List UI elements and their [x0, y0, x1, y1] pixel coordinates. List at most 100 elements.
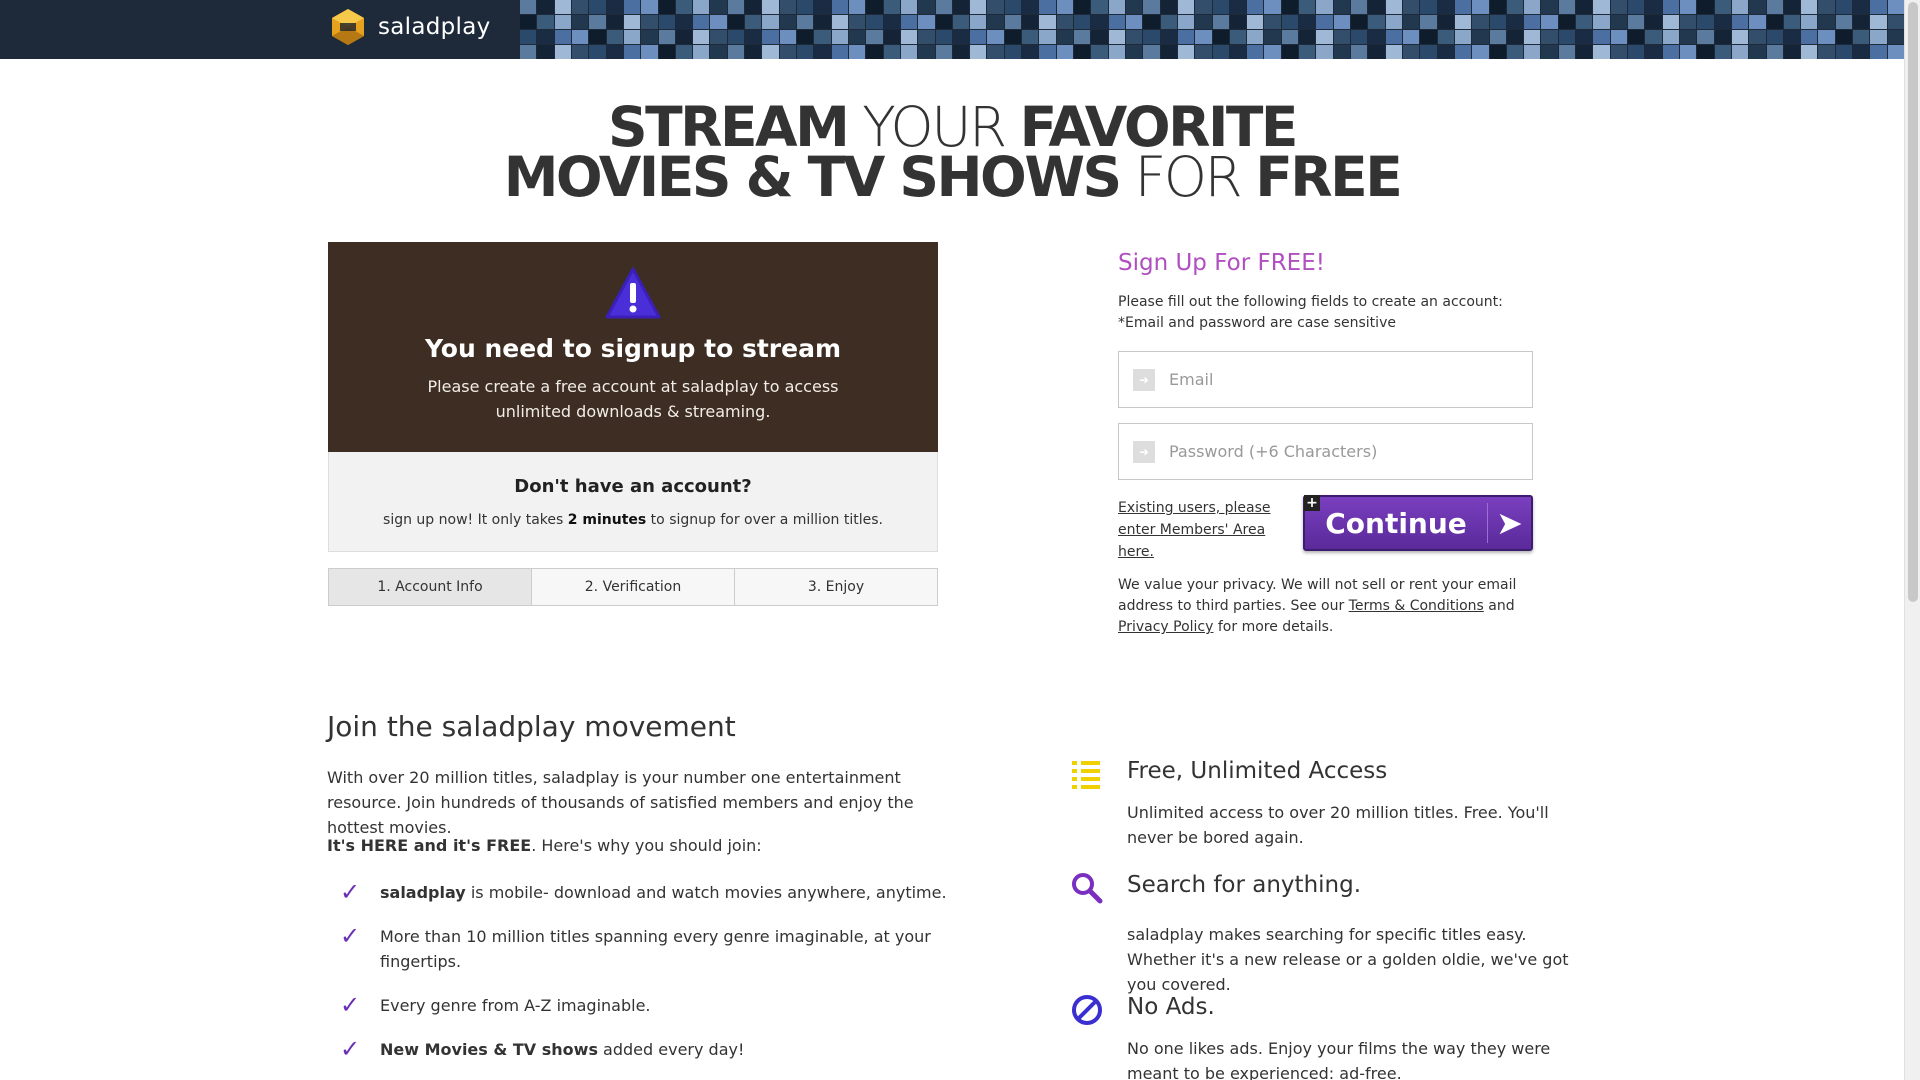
poster-tile	[952, 45, 970, 59]
poster-tile	[710, 30, 727, 44]
poster-tile	[1281, 30, 1299, 44]
poster-tile	[537, 0, 554, 14]
poster-tile	[1212, 30, 1229, 44]
site-logo[interactable]: saladplay	[328, 7, 491, 47]
poster-tile	[571, 45, 589, 59]
poster-tile	[1835, 45, 1853, 59]
poster-tile	[952, 15, 970, 29]
feature-desc: saladplay makes searching for specific t…	[1127, 925, 1569, 994]
poster-tile	[1351, 30, 1368, 44]
poster-tile	[1022, 45, 1039, 59]
poster-tile	[1853, 15, 1870, 29]
poster-tile	[1853, 0, 1870, 14]
email-input[interactable]	[1169, 370, 1509, 389]
poster-tile	[1125, 0, 1143, 14]
continue-button[interactable]: Continue ➤	[1303, 495, 1533, 551]
hero-word: FOR	[1119, 145, 1256, 209]
poster-tile	[1818, 45, 1835, 59]
poster-tile	[1576, 30, 1593, 44]
poster-tile	[883, 0, 900, 14]
page-scrollbar[interactable]	[1904, 0, 1920, 1080]
poster-tile	[797, 15, 814, 29]
poster-tile	[1437, 15, 1454, 29]
poster-tile	[1697, 30, 1714, 44]
poster-tile	[1697, 15, 1714, 29]
password-field[interactable]: ➜	[1118, 423, 1533, 480]
poster-tile	[1593, 30, 1610, 44]
poster-tile	[675, 30, 693, 44]
poster-tile	[658, 45, 675, 59]
poster-tile	[1177, 30, 1195, 44]
list-item: ✓ New Movies & TV shows added every day!	[327, 1037, 947, 1062]
signup-desc-line: *Email and password are case sensitive	[1118, 315, 1396, 331]
poster-tile	[1022, 15, 1039, 29]
poster-tile	[1558, 30, 1576, 44]
poster-tile	[1056, 45, 1073, 59]
signup-desc-line: Please fill out the following fields to …	[1118, 294, 1503, 310]
poster-tile	[727, 15, 745, 29]
poster-tile	[1818, 15, 1835, 29]
poster-tile	[554, 0, 571, 14]
signup-steps: 1. Account Info 2. Verification 3. Enjoy	[328, 568, 938, 606]
account-text-part: to signup for over a million titles.	[646, 512, 883, 528]
poster-tile	[1593, 0, 1610, 14]
poster-tile	[1610, 30, 1627, 44]
poster-tile	[1489, 30, 1506, 44]
poster-tile	[1039, 15, 1056, 29]
poster-tile	[1385, 0, 1402, 14]
poster-tile	[797, 45, 814, 59]
poster-tile	[1333, 30, 1350, 44]
poster-tile	[1264, 0, 1281, 14]
poster-tile	[935, 15, 952, 29]
poster-tile	[1506, 0, 1524, 14]
why-join: It's HERE and it's FREE. Here's why you …	[327, 836, 762, 855]
poster-tile	[779, 45, 796, 59]
poster-tile	[848, 45, 866, 59]
poster-tile	[1887, 45, 1904, 59]
poster-tile	[1177, 15, 1195, 29]
poster-tile	[1576, 45, 1593, 59]
poster-tile	[1679, 45, 1697, 59]
poster-tile	[1195, 30, 1212, 44]
poster-tile	[1593, 45, 1610, 59]
poster-tile	[1558, 15, 1576, 29]
terms-link[interactable]: Terms & Conditions	[1349, 598, 1484, 614]
feature-title: No Ads.	[1127, 994, 1215, 1020]
poster-tile	[866, 0, 883, 14]
poster-tile	[1506, 45, 1524, 59]
email-field[interactable]: ➜	[1118, 351, 1533, 408]
benefit-text: More than 10 million titles spanning eve…	[380, 924, 947, 974]
existing-users-link[interactable]: Existing users, please enter Members' Ar…	[1118, 497, 1303, 563]
poster-tile	[866, 15, 883, 29]
scrollbar-thumb[interactable]	[1908, 2, 1918, 602]
benefits-list: ✓ saladplay is mobile- download and watc…	[327, 880, 947, 1080]
poster-tile	[1056, 15, 1073, 29]
poster-tile	[935, 30, 952, 44]
signup-description: Please fill out the following fields to …	[1118, 292, 1503, 334]
poster-tile	[1628, 45, 1645, 59]
privacy-policy-link[interactable]: Privacy Policy	[1118, 619, 1213, 635]
poster-tile	[1074, 30, 1091, 44]
no-ads-icon	[1072, 995, 1102, 1025]
poster-tile	[1870, 45, 1887, 59]
poster-tile	[1368, 30, 1385, 44]
poster-tile	[883, 15, 900, 29]
hero-word: MOVIES & TV SHOWS	[503, 145, 1122, 209]
poster-tile	[970, 45, 987, 59]
why-text: . Here's why you should join:	[531, 836, 762, 855]
poster-tile	[987, 30, 1004, 44]
poster-tile	[814, 30, 831, 44]
poster-tile	[1420, 30, 1437, 44]
password-input[interactable]	[1169, 442, 1509, 461]
poster-tile	[1247, 30, 1264, 44]
poster-tile	[1333, 45, 1350, 59]
poster-tile	[1662, 45, 1679, 59]
poster-tile	[1731, 15, 1749, 29]
poster-tile	[1610, 15, 1627, 29]
list-item: ✓ Every genre from A-Z imaginable.	[327, 993, 947, 1018]
poster-tile	[1229, 45, 1247, 59]
account-title: Don't have an account?	[514, 476, 752, 497]
arrow-right-icon: ➜	[1133, 368, 1155, 391]
poster-tile	[641, 45, 658, 59]
poster-tile	[1004, 45, 1022, 59]
